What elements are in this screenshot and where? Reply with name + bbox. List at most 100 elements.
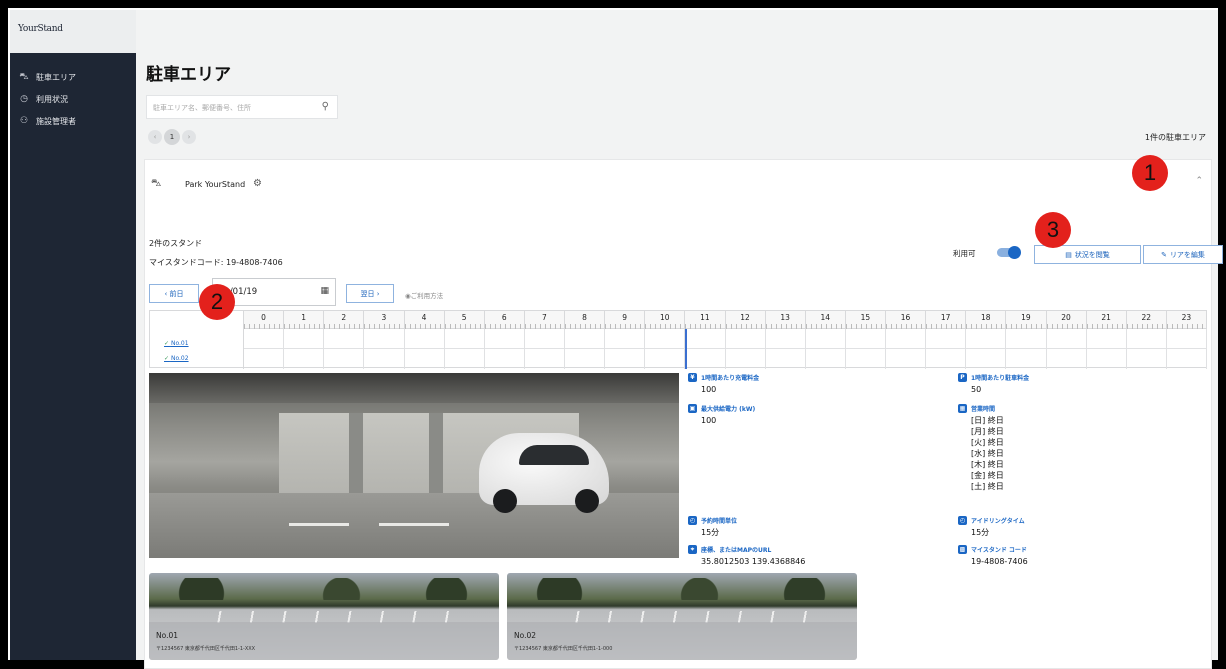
- hour-label: 8: [582, 313, 587, 322]
- timeline-hour: 5: [444, 311, 485, 329]
- info-value: 15分: [971, 528, 990, 537]
- prev-day-button[interactable]: ‹ 前日: [149, 284, 199, 303]
- info-value: [日] 終日 [月] 終日 [火] 終日 [水] 終日 [木] 終日 [金] 終…: [971, 415, 1004, 492]
- sidebar-item-usage[interactable]: ◷ 利用状況: [10, 88, 136, 110]
- howto-label: ご利用方法: [410, 292, 444, 300]
- hour-gridline: [1045, 329, 1047, 369]
- page-prev-button[interactable]: ‹: [148, 130, 162, 144]
- timeline-hour: 3: [364, 311, 405, 329]
- parking-fee-icon: P: [958, 373, 967, 382]
- timeline-hour: 2: [324, 311, 365, 329]
- info-label: アイドリングタイム: [971, 518, 1025, 525]
- info-label: 営業時間: [971, 406, 996, 413]
- chevron-up-icon[interactable]: ⌃: [1195, 176, 1203, 186]
- hour-gridline: [1165, 329, 1167, 369]
- timeline-hour: 13: [765, 311, 806, 329]
- hours-line: [土] 終日: [971, 482, 1004, 491]
- hour-gridline: [1085, 329, 1087, 369]
- info-mystand-code: ▩ マイスタンド コード 19-4808-7406: [958, 545, 1028, 567]
- hour-label: 18: [981, 313, 991, 322]
- page-next-button[interactable]: ›: [182, 130, 196, 144]
- toggle-knob: [1008, 246, 1021, 259]
- callout-badge-3: 3: [1035, 212, 1071, 248]
- info-idle-time: ◴ アイドリングタイム 15分: [958, 516, 1025, 538]
- hour-label: 7: [542, 313, 547, 322]
- sidebar-item-label: 利用状況: [36, 94, 68, 104]
- qr-icon: ▩: [958, 545, 967, 554]
- lot-photo: [149, 373, 679, 558]
- page-current-button[interactable]: 1: [164, 129, 180, 145]
- hour-label: 10: [660, 313, 670, 322]
- pencil-icon: ✎: [1161, 250, 1167, 259]
- info-label: 予約時間単位: [701, 518, 738, 525]
- timeline-grid[interactable]: [244, 329, 1207, 369]
- hour-label: 1: [301, 313, 307, 322]
- calendar-icon[interactable]: ▦: [320, 286, 329, 296]
- timeline-hour: 9: [605, 311, 646, 329]
- howto-link[interactable]: ◉ご利用方法: [405, 290, 443, 300]
- app-logo[interactable]: YourStand: [18, 24, 362, 90]
- hour-gridline: [885, 329, 886, 369]
- hour-label: 21: [1101, 313, 1111, 322]
- hours-line: [日] 終日: [971, 416, 1004, 425]
- hour-label: 3: [381, 313, 387, 322]
- info-label: 1時間あたり充電料金: [701, 375, 760, 382]
- next-day-button[interactable]: 翌日 ›: [346, 284, 394, 303]
- reservation-timeline: ✓ No.01 ✓ No.02 0 1 2 3 4 5 6 7 8 9 10 11 12 13 14 15 16…: [149, 310, 1207, 369]
- info-value: 19-4808-7406: [971, 557, 1028, 566]
- car-wheel: [493, 489, 517, 513]
- hour-label: 13: [780, 313, 790, 322]
- hour-gridline: [523, 329, 525, 369]
- info-parking-fee: P 1時間あたり駐車料金 50: [958, 373, 1029, 395]
- hour-gridline: [804, 329, 806, 369]
- photo-ceiling: [149, 373, 679, 403]
- hour-label: 6: [501, 313, 507, 322]
- info-value: 100: [701, 416, 717, 425]
- sidebar-item-managers[interactable]: ⚇ 施設管理者: [10, 110, 136, 132]
- map-icon: ⌖: [688, 545, 697, 554]
- hour-label: 17: [940, 313, 951, 322]
- timeline-hour: 18: [966, 311, 1007, 329]
- floor-stripe: [289, 523, 349, 526]
- timeline-row-label[interactable]: ✓ No.02: [164, 355, 189, 362]
- row-label-text: No.01: [170, 340, 189, 347]
- search-icon[interactable]: ⚲: [322, 101, 329, 112]
- thumb-overlay: [149, 622, 499, 660]
- stand-thumbnail[interactable]: No.01 〒1234567 東京都千代田区千代田1-1-XXX: [149, 573, 499, 660]
- hour-gridline: [323, 329, 325, 369]
- info-value: 15分: [701, 528, 720, 537]
- info-max-power: ▣ 最大供給電力 (kW) 100: [688, 404, 755, 426]
- callout-badge-2: 2: [199, 284, 235, 320]
- search-input[interactable]: 駐車エリア名、郵便番号、住所 ⚲: [146, 95, 338, 119]
- hour-label: 11: [700, 313, 710, 322]
- gear-icon[interactable]: ⚙: [253, 178, 262, 189]
- info-label: 最大供給電力 (kW): [701, 406, 756, 413]
- check-icon: ✓: [164, 355, 170, 362]
- logo-area: YourStand: [10, 10, 362, 90]
- timeline-row-label[interactable]: ✓ No.01: [164, 340, 189, 347]
- edit-area-button[interactable]: ✎ リアを編集: [1143, 245, 1223, 264]
- hours-line: [水] 終日: [971, 449, 1004, 458]
- sidebar-item-parking[interactable]: ⛍ 駐車エリア: [10, 66, 136, 88]
- search-placeholder: 駐車エリア名、郵便番号、住所: [153, 104, 251, 112]
- stand-thumbnail[interactable]: No.02 〒1234567 東京都千代田区千代田1-1-000: [507, 573, 857, 660]
- hours-line: [火] 終日: [971, 438, 1004, 447]
- car-window: [519, 445, 589, 465]
- thumb-overlay: [507, 622, 857, 660]
- available-label: 利用可: [953, 249, 976, 258]
- timeline-hour: 7: [524, 311, 565, 329]
- hours-line: [月] 終日: [971, 427, 1004, 436]
- sidebar: YourStand ⛍ 駐車エリア ◷ 利用状況 ⚇ 施設管理者: [10, 10, 362, 660]
- timeline-hour: 23: [1166, 311, 1207, 329]
- car-image: [479, 433, 609, 513]
- hour-gridline: [483, 329, 485, 369]
- info-label: 1時間あたり駐車料金: [971, 375, 1030, 382]
- hour-gridline: [925, 329, 927, 369]
- result-count: 1件の駐車エリア: [1144, 133, 1206, 142]
- thumb-trees: [507, 578, 857, 600]
- hour-label: 22: [1141, 313, 1152, 322]
- page-title: 駐車エリア: [146, 65, 231, 85]
- available-toggle[interactable]: [997, 246, 1021, 259]
- timeline-hour: 17: [926, 311, 967, 329]
- hour-label: 5: [461, 313, 467, 322]
